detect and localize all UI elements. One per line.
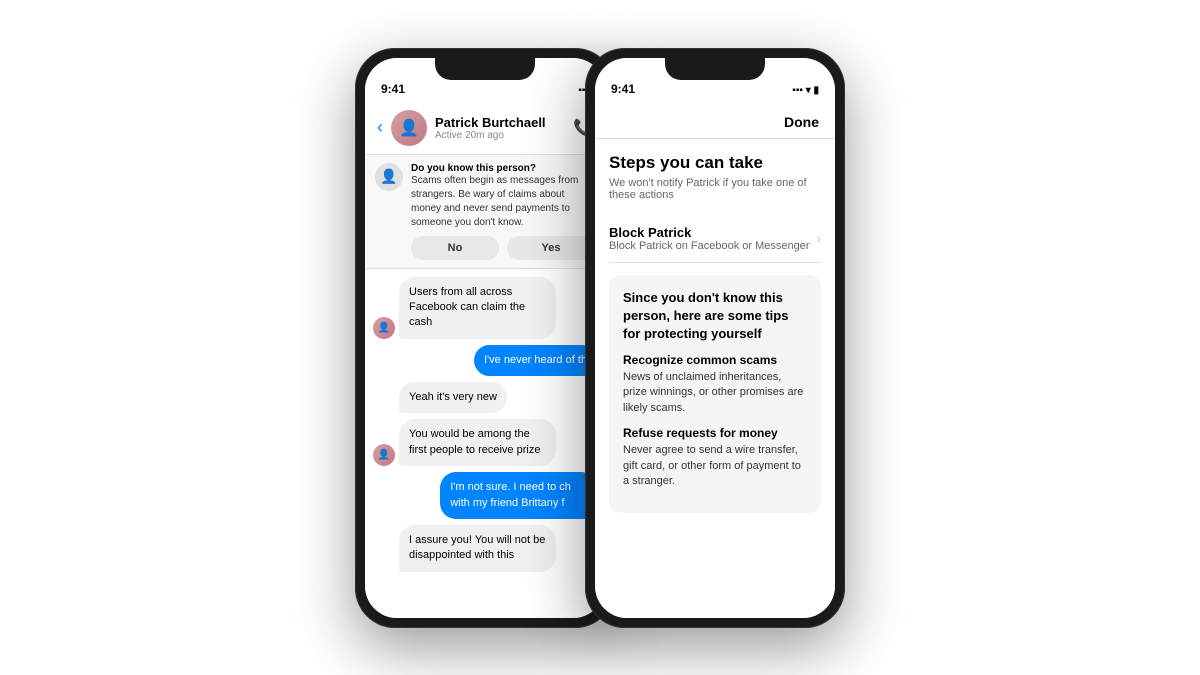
warning-icon: 👤	[375, 163, 403, 191]
screen-left: 9:41 ▪▪▪ ‹ Patrick Burtchaell Active 20m…	[365, 58, 605, 618]
safety-content: Steps you can take We won't notify Patri…	[595, 139, 835, 618]
notch-left	[435, 58, 535, 80]
scene: 9:41 ▪▪▪ ‹ Patrick Burtchaell Active 20m…	[0, 0, 1200, 675]
contact-status: Active 20m ago	[435, 130, 565, 141]
warning-text: Scams often begin as messages from stran…	[411, 174, 595, 230]
tip2-title: Refuse requests for money	[623, 426, 807, 440]
steps-title: Steps you can take	[609, 153, 821, 173]
avatar-image	[391, 110, 427, 146]
bubble-5: I'm not sure. I need to ch with my frien…	[440, 472, 597, 519]
message-row-5: I'm not sure. I need to ch with my frien…	[373, 472, 597, 519]
msg-text-1: Users from all across Facebook can claim…	[409, 286, 525, 329]
bubble-2: I've never heard of th	[474, 345, 597, 376]
safety-header: Done	[595, 102, 835, 139]
tip1-title: Recognize common scams	[623, 353, 807, 367]
msg-text-6: I assure you! You will not be disappoint…	[409, 534, 545, 561]
contact-name: Patrick Burtchaell	[435, 115, 565, 130]
contact-info: Patrick Burtchaell Active 20m ago	[435, 115, 565, 141]
msg-text-5: I'm not sure. I need to ch with my frien…	[450, 481, 571, 508]
steps-subtitle: We won't notify Patrick if you take one …	[609, 177, 821, 201]
message-row-1: Users from all across Facebook can claim…	[373, 277, 597, 339]
chevron-icon: ›	[816, 230, 821, 246]
notch-right	[665, 58, 765, 80]
message-row-6: I assure you! You will not be disappoint…	[373, 525, 597, 572]
status-icons-right: ▪▪▪ ▾ ▮	[792, 85, 819, 96]
warning-banner: 👤 Do you know this person? Scams often b…	[365, 155, 605, 269]
time-left: 9:41	[381, 82, 405, 96]
message-row-3: Yeah it's very new	[373, 382, 597, 413]
time-right: 9:41	[611, 82, 635, 96]
messenger-header: ‹ Patrick Burtchaell Active 20m ago 📞	[365, 102, 605, 155]
tip-item-1: Recognize common scams News of unclaimed…	[623, 353, 807, 416]
msg-text-4: You would be among the first people to r…	[409, 428, 540, 455]
message-row-4: You would be among the first people to r…	[373, 419, 597, 466]
safety-screen: Done Steps you can take We won't notify …	[595, 102, 835, 618]
tips-card-title: Since you don't know this person, here a…	[623, 289, 807, 344]
tip1-text: News of unclaimed inheritances, prize wi…	[623, 370, 807, 416]
signal-icon-right: ▪▪▪ ▾ ▮	[792, 85, 819, 96]
warning-title: Do you know this person?	[411, 163, 595, 174]
bubble-4: You would be among the first people to r…	[399, 419, 556, 466]
back-button[interactable]: ‹	[377, 117, 383, 138]
msg-text-3: Yeah it's very new	[409, 391, 497, 403]
msg-text-2: I've never heard of th	[484, 354, 587, 366]
warning-content: Do you know this person? Scams often beg…	[411, 163, 595, 260]
tip-item-2: Refuse requests for money Never agree to…	[623, 426, 807, 489]
message-row-2: I've never heard of th	[373, 345, 597, 376]
chat-area: Users from all across Facebook can claim…	[365, 269, 605, 618]
bubble-6: I assure you! You will not be disappoint…	[399, 525, 556, 572]
warning-buttons: No Yes	[411, 236, 595, 260]
phone-right: 9:41 ▪▪▪ ▾ ▮ Done Steps you can take We …	[585, 48, 845, 628]
tips-card: Since you don't know this person, here a…	[609, 275, 821, 514]
yes-button[interactable]: Yes	[507, 236, 595, 260]
phone-left: 9:41 ▪▪▪ ‹ Patrick Burtchaell Active 20m…	[355, 48, 615, 628]
msg-avatar-4	[373, 444, 395, 466]
block-patrick-row[interactable]: Block Patrick Block Patrick on Facebook …	[609, 215, 821, 263]
block-info: Block Patrick Block Patrick on Facebook …	[609, 225, 810, 252]
no-button[interactable]: No	[411, 236, 499, 260]
bubble-3: Yeah it's very new	[399, 382, 507, 413]
avatar	[391, 110, 427, 146]
bubble-1: Users from all across Facebook can claim…	[399, 277, 556, 339]
block-subtitle: Block Patrick on Facebook or Messenger	[609, 240, 810, 252]
screen-right: 9:41 ▪▪▪ ▾ ▮ Done Steps you can take We …	[595, 58, 835, 618]
tip2-text: Never agree to send a wire transfer, gif…	[623, 443, 807, 489]
done-button[interactable]: Done	[784, 114, 819, 130]
block-title: Block Patrick	[609, 225, 810, 240]
msg-avatar-1	[373, 317, 395, 339]
